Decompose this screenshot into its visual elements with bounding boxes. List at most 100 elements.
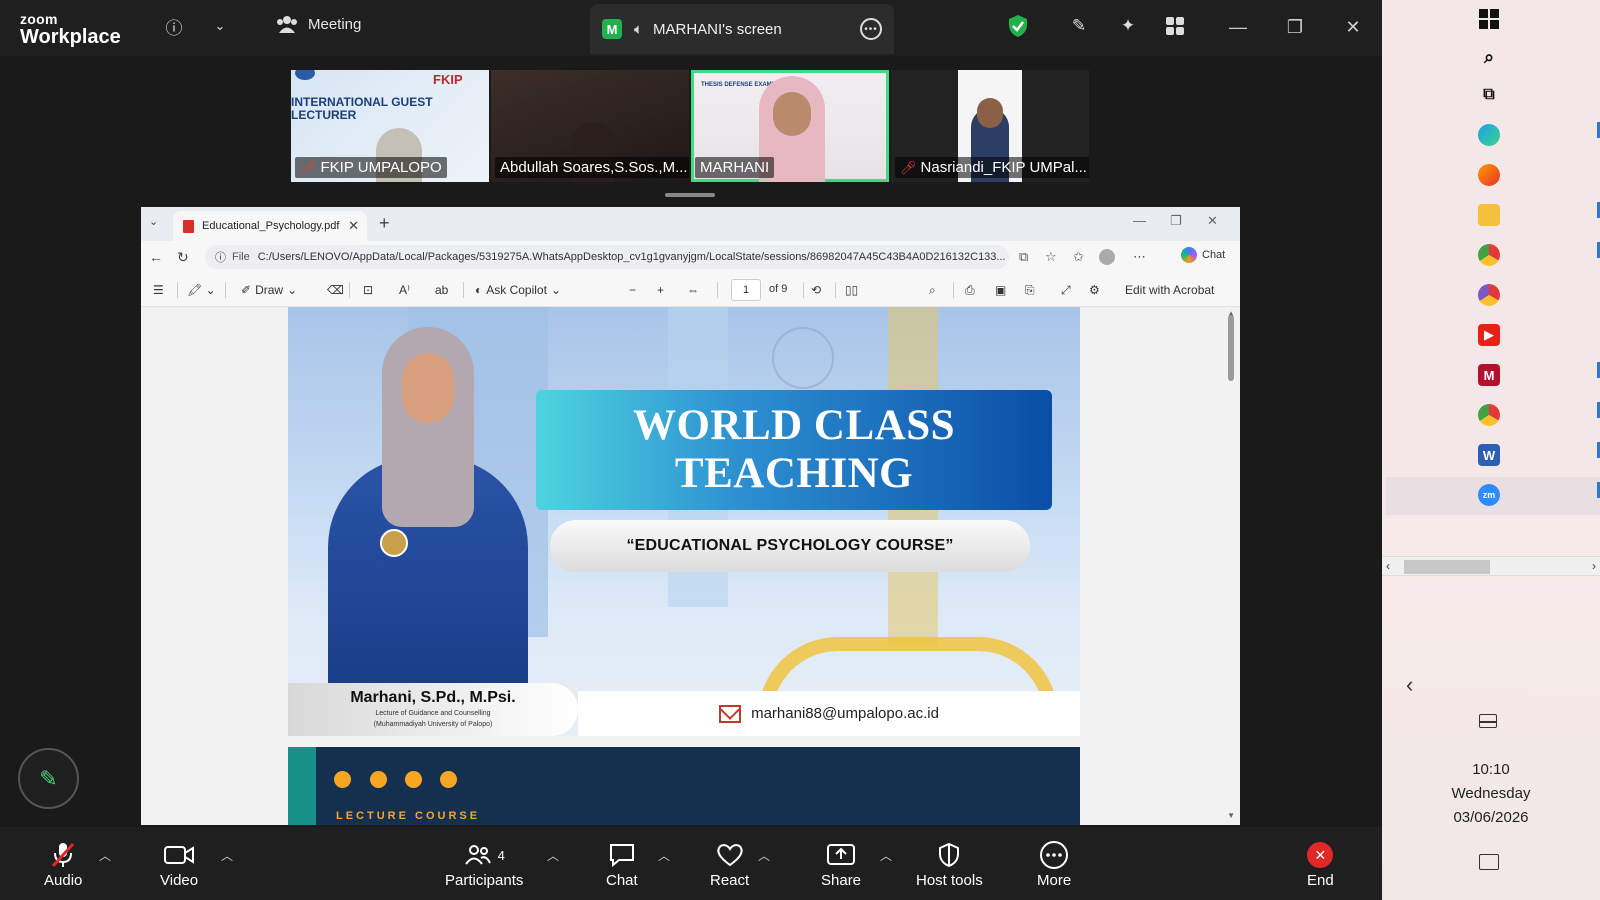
more-button[interactable]: More xyxy=(1037,841,1071,889)
eraser-icon[interactable]: ⌫ xyxy=(327,283,344,297)
ai-companion-icon[interactable]: ✦ xyxy=(1116,14,1140,38)
settings-gear-icon[interactable]: ⚙ xyxy=(1089,283,1100,297)
screen-share-indicator[interactable]: M 🔈︎ MARHANI's screen ••• xyxy=(590,4,894,54)
security-shield-icon[interactable] xyxy=(1008,14,1028,38)
page-number-input[interactable]: 1 xyxy=(731,279,761,301)
browser-restore-button[interactable]: ❐ xyxy=(1170,213,1182,229)
course-title: “EDUCATIONAL PSYCHOLOGY COURSE” xyxy=(550,520,1030,572)
minimize-button[interactable]: — xyxy=(1223,12,1253,42)
fit-width-icon[interactable]: ⇔ xyxy=(687,283,699,297)
audio-options-caret-icon[interactable]: ︿ xyxy=(99,847,111,864)
youtube-icon[interactable]: ▶ xyxy=(1478,324,1500,346)
firefox-icon[interactable] xyxy=(1478,164,1500,186)
zoom-out-icon[interactable]: − xyxy=(629,283,636,297)
file-explorer-icon[interactable] xyxy=(1478,204,1500,226)
divider xyxy=(803,282,804,298)
fullscreen-icon[interactable]: ⤢ xyxy=(1061,283,1071,298)
apps-icon[interactable] xyxy=(1163,14,1187,38)
chrome-icon[interactable] xyxy=(1478,244,1500,266)
contents-list-icon[interactable]: ☰ xyxy=(153,283,164,297)
audio-button[interactable]: Audio xyxy=(44,841,82,889)
annotate-pen-icon[interactable]: ✎ xyxy=(1067,14,1091,38)
new-tab-icon[interactable]: + xyxy=(379,213,390,234)
notification-icon[interactable] xyxy=(1479,854,1499,870)
emblem-shape xyxy=(772,327,834,389)
tab-list-chevron-icon[interactable]: ⌄ xyxy=(149,215,158,228)
participant-tile[interactable]: 🎤︎ Nasriandi_FKIP UMPal... xyxy=(891,70,1089,182)
mendeley-icon[interactable]: M xyxy=(1478,364,1500,386)
scrollbar-thumb[interactable] xyxy=(1404,560,1490,574)
search-icon[interactable]: ⌕ xyxy=(929,283,936,298)
scroll-left-icon[interactable]: ‹ xyxy=(1386,559,1390,573)
draw-button[interactable]: ✐ Draw ⌄ xyxy=(241,283,297,297)
share-button[interactable]: Share xyxy=(821,841,861,889)
rotate-icon[interactable]: ⟲ xyxy=(811,283,821,297)
highlight-icon[interactable]: 🖍︎ ⌄ xyxy=(187,283,216,297)
video-options-caret-icon[interactable]: ︿ xyxy=(221,847,233,864)
end-meeting-button[interactable]: ✕ End xyxy=(1307,841,1334,889)
search-icon[interactable]: ⌕ xyxy=(1478,46,1500,68)
participants-button[interactable]: 4 Participants xyxy=(445,841,523,889)
favorite-star-icon[interactable]: ☆ xyxy=(1045,249,1057,265)
video-button[interactable]: Video xyxy=(160,841,198,889)
participant-tile[interactable]: Abdullah Soares,S.Sos.,M.... xyxy=(491,70,689,182)
host-tools-button[interactable]: Host tools xyxy=(916,841,983,889)
chat-label: Chat xyxy=(606,872,638,889)
system-clock[interactable]: 10:10 Wednesday 03/06/2026 xyxy=(1382,758,1600,830)
email-bar: marhani88@umpalopo.ac.id xyxy=(578,691,1080,736)
back-arrow-icon[interactable]: ← xyxy=(149,249,163,265)
page-view-icon[interactable]: ▯▯ xyxy=(845,283,858,297)
scroll-right-icon[interactable]: › xyxy=(1592,559,1596,573)
windows-start-icon[interactable] xyxy=(1478,8,1500,30)
translate-icon[interactable]: ab xyxy=(435,283,448,297)
reload-icon[interactable]: ↻ xyxy=(177,249,189,266)
chat-button[interactable]: Chat xyxy=(606,841,638,889)
profile-avatar[interactable] xyxy=(1099,249,1115,265)
print-icon[interactable]: ⎙ xyxy=(965,283,975,298)
scroll-down-arrow-icon[interactable]: ▼ xyxy=(1227,811,1235,820)
share-options-caret-icon[interactable]: ︿ xyxy=(880,847,892,864)
chevron-left-icon[interactable]: ‹ xyxy=(1406,672,1413,698)
restore-button[interactable]: ❐ xyxy=(1280,12,1310,42)
copilot-chat-button[interactable]: Chat xyxy=(1181,247,1225,263)
chat-options-caret-icon[interactable]: ︿ xyxy=(658,847,670,864)
close-button[interactable]: ✕ xyxy=(1338,12,1368,42)
close-tab-icon[interactable]: ✕ xyxy=(348,218,359,234)
meeting-info-icon[interactable]: ⓘ xyxy=(162,14,186,38)
chevron-down-icon[interactable]: ⌄ xyxy=(208,14,232,38)
chrome-app-icon[interactable] xyxy=(1478,404,1500,426)
task-view-icon[interactable]: ⧉ xyxy=(1478,84,1500,106)
video-strip-resize-handle[interactable] xyxy=(665,193,715,197)
text-box-icon[interactable]: ⊡ xyxy=(363,283,373,297)
react-button[interactable]: React xyxy=(710,841,749,889)
annotate-button[interactable]: ✎ xyxy=(18,748,79,809)
save-icon[interactable]: ▣ xyxy=(995,283,1006,297)
horizontal-scrollbar[interactable]: ‹ › xyxy=(1382,556,1600,576)
participants-options-caret-icon[interactable]: ︿ xyxy=(547,847,559,864)
favorites-icon[interactable]: ✩ xyxy=(1073,249,1084,265)
speaker-icon[interactable]: 🔈︎ xyxy=(634,21,643,38)
word-icon[interactable]: W xyxy=(1478,444,1500,466)
browser-close-button[interactable]: ✕ xyxy=(1207,213,1218,229)
vertical-scrollbar-thumb[interactable] xyxy=(1228,315,1234,381)
tab-educational-psychology[interactable]: Educational_Psychology.pdf ✕ xyxy=(173,211,367,241)
chrome-profile-icon[interactable] xyxy=(1478,284,1500,306)
more-options-icon[interactable]: ••• xyxy=(860,18,882,40)
edge-browser-icon[interactable] xyxy=(1478,124,1500,146)
edit-with-acrobat-button[interactable]: Edit with Acrobat xyxy=(1125,283,1214,297)
participant-tile-active-speaker[interactable]: THESIS DEFENSE EXAMIN... MARHANI xyxy=(691,70,889,182)
pdf-viewport[interactable]: WORLD CLASS TEACHING “EDUCATIONAL PSYCHO… xyxy=(141,307,1240,825)
save-as-icon[interactable]: ⎘ xyxy=(1025,283,1035,298)
zoom-in-icon[interactable]: + xyxy=(657,283,664,297)
react-options-caret-icon[interactable]: ︿ xyxy=(758,847,770,864)
meeting-menu[interactable]: Meeting xyxy=(276,14,361,34)
browser-minimize-button[interactable]: — xyxy=(1133,213,1146,228)
read-aloud-icon[interactable]: A⁾ xyxy=(399,283,410,297)
participant-tile[interactable]: INTERNATIONAL GUEST LECTURER FKIP 🎤︎ FKIP… xyxy=(291,70,489,182)
zoom-app-icon[interactable]: zm xyxy=(1478,484,1500,506)
address-bar[interactable]: ⓘ File C:/Users/LENOVO/AppData/Local/Pac… xyxy=(205,245,1009,269)
desktop-icon[interactable] xyxy=(1479,714,1497,728)
copy-icon[interactable]: ⧉ xyxy=(1019,249,1028,265)
ask-copilot-button[interactable]: ◐ Ask Copilot ⌄ xyxy=(475,283,561,297)
more-menu-icon[interactable]: ⋯ xyxy=(1133,249,1146,265)
